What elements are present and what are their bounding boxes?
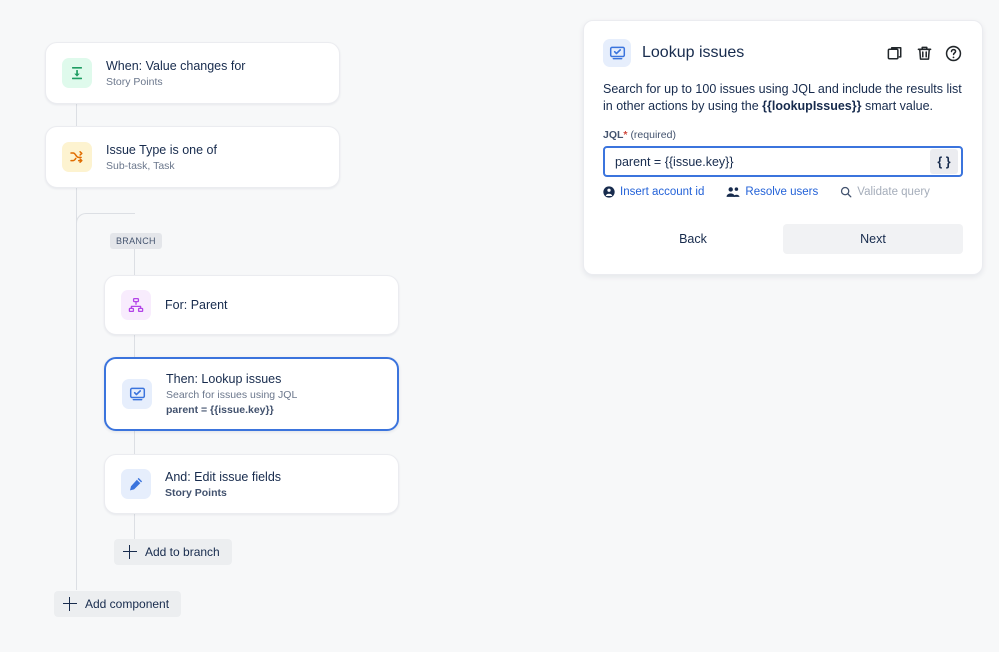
node-branch-text: For: Parent [165, 297, 228, 313]
back-button[interactable]: Back [603, 224, 783, 254]
validate-query-label: Validate query [857, 186, 930, 198]
pencil-icon [121, 469, 151, 499]
add-component-label: Add component [85, 597, 170, 611]
node-title: When: Value changes for [106, 58, 246, 73]
panel-action-group [886, 44, 963, 63]
node-branch-for-parent[interactable]: For: Parent [104, 275, 399, 335]
node-subtitle: Search for issues using JQL [166, 389, 298, 401]
plus-icon [123, 545, 137, 559]
plus-icon [63, 597, 77, 611]
lookup-issues-config-panel: Lookup issues Search for up to 100 issue… [583, 20, 983, 275]
node-condition-text: Issue Type is one of Sub-task, Task [106, 142, 217, 173]
required-star: * [623, 129, 628, 141]
jql-field-label: JQL* (required) [603, 129, 963, 141]
panel-description-smart-value: {{lookupIssues}} [762, 99, 862, 113]
node-title: And: Edit issue fields [165, 469, 282, 484]
jql-input[interactable] [613, 148, 930, 175]
lookup-issues-icon [122, 379, 152, 409]
node-title: Issue Type is one of [106, 142, 217, 157]
jql-helper-links: Insert account id Resolve users Validate… [603, 186, 963, 198]
insert-account-id-link[interactable]: Insert account id [603, 186, 704, 198]
resolve-users-label: Resolve users [745, 186, 819, 198]
duplicate-icon[interactable] [886, 44, 905, 63]
panel-header: Lookup issues [603, 39, 963, 67]
automation-canvas: BRANCH When: Value changes for Story Poi… [0, 0, 560, 652]
validate-query-link: Validate query [840, 186, 930, 198]
node-trigger[interactable]: When: Value changes for Story Points [45, 42, 340, 104]
node-lookup-text: Then: Lookup issues Search for issues us… [166, 371, 297, 417]
hierarchy-icon [121, 290, 151, 320]
add-component-button[interactable]: Add component [54, 591, 182, 617]
panel-description: Search for up to 100 issues using JQL an… [603, 81, 963, 115]
insert-account-id-label: Insert account id [620, 186, 705, 198]
node-trigger-text: When: Value changes for Story Points [106, 58, 245, 89]
node-title: Then: Lookup issues [166, 372, 282, 386]
jql-label-text: JQL [603, 129, 624, 141]
jql-input-wrapper[interactable]: { } [603, 146, 963, 177]
add-to-branch-button[interactable]: Add to branch [114, 539, 232, 565]
node-edit-text: And: Edit issue fields Story Points [165, 469, 281, 500]
node-title: For: Parent [165, 298, 228, 312]
person-icon [603, 186, 615, 198]
panel-title: Lookup issues [642, 44, 745, 61]
node-lookup-issues[interactable]: Then: Lookup issues Search for issues us… [104, 357, 399, 431]
next-button[interactable]: Next [783, 224, 963, 254]
node-subtitle-jql: parent = {{issue.key}} [166, 404, 274, 416]
node-subtitle: Story Points [165, 486, 227, 499]
node-subtitle: Story Points [106, 75, 163, 88]
lookup-issues-icon [603, 39, 631, 67]
resolve-users-link[interactable]: Resolve users [726, 186, 818, 198]
panel-button-row: Back Next [603, 224, 963, 254]
branch-label: BRANCH [110, 233, 162, 249]
node-subtitle: Sub-task, Task [106, 159, 175, 172]
trash-icon[interactable] [915, 44, 934, 63]
search-icon [840, 186, 852, 198]
add-to-branch-label: Add to branch [145, 545, 220, 559]
shuffle-icon [62, 142, 92, 172]
smart-value-button[interactable]: { } [930, 149, 958, 174]
node-condition[interactable]: Issue Type is one of Sub-task, Task [45, 126, 340, 188]
value-changes-icon [62, 58, 92, 88]
help-icon[interactable] [944, 44, 963, 63]
panel-description-part2: smart value. [861, 99, 934, 113]
node-edit-issue-fields[interactable]: And: Edit issue fields Story Points [104, 454, 399, 514]
people-icon [726, 186, 740, 198]
required-text: (required) [630, 129, 676, 141]
